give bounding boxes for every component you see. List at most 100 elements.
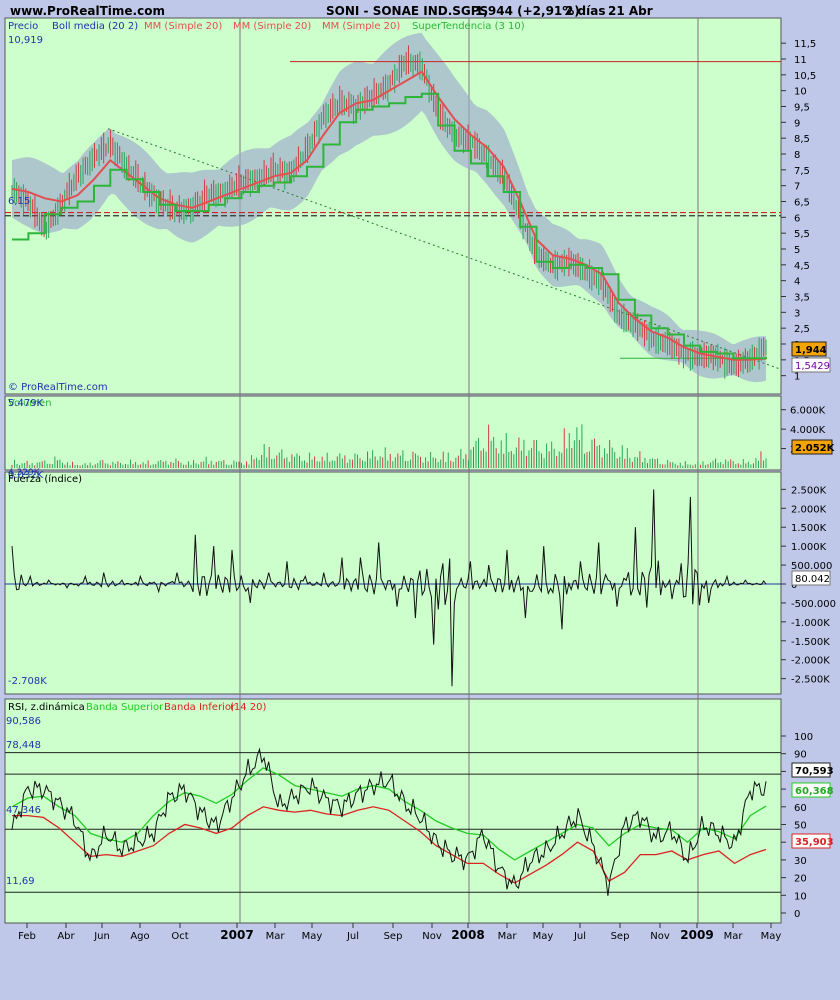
x-axis: Feb Abr Jun Ago Oct 2007 Mar May Jul Sep Nov 2008 Ma… <box>18 923 781 942</box>
price-legend: Precio Boll media (20 2) MM (Simple 20) … <box>8 21 525 32</box>
force-top-label: 4.329K <box>8 468 41 478</box>
x-tick-label: Mar <box>266 931 286 942</box>
rsi-tick-label: 60 <box>794 803 807 814</box>
x-tick-label: Nov <box>422 931 442 942</box>
legend-mm-2: MM (Simple 20) <box>233 21 311 32</box>
rsi-title-sup: Banda Superior <box>86 702 164 713</box>
x-tick-label: 2009 <box>680 928 713 942</box>
force-tick-label: 1.500K <box>791 523 827 534</box>
rsi-tick-label: 90 <box>794 750 807 761</box>
price-tick-label: 10 <box>794 87 807 98</box>
x-tick-label: May <box>302 931 323 942</box>
band-sup-value: 60,368 <box>795 786 834 797</box>
volume-panel[interactable] <box>4 395 782 471</box>
rsi-tick-label: 30 <box>794 856 807 867</box>
rsi-level-2: 78,448 <box>6 740 41 751</box>
price-tick-label: 5,5 <box>794 229 810 240</box>
volume-tick-label: 4.000K <box>790 425 826 436</box>
price-tick-label: 4,5 <box>794 261 810 272</box>
chart-canvas: www.ProRealTime.com SONI - SONAE IND.SGP… <box>4 4 836 942</box>
price-tick-label: 9,5 <box>794 103 810 114</box>
rsi-level-3: 47,346 <box>6 805 41 816</box>
force-tick-label: -2.500K <box>791 675 830 686</box>
price-tick-label: 6 <box>794 213 800 224</box>
force-tick-label: -500.000 <box>791 599 836 610</box>
x-tick-label: Mar <box>724 931 744 942</box>
force-tick-label: 2.500K <box>791 485 827 496</box>
rsi-level-1: 90,586 <box>6 716 41 727</box>
rsi-title-params: (14 20) <box>230 702 267 713</box>
price-tick-label: 3 <box>794 308 800 319</box>
x-tick-label: Sep <box>611 931 630 942</box>
rsi-tick-label: 20 <box>794 874 807 885</box>
price-tick-label: 11 <box>794 55 807 66</box>
x-tick-label: Jun <box>93 931 110 942</box>
price-tick-label: 8 <box>794 150 800 161</box>
rsi-axis: 1009080706050403020100 <box>781 732 813 920</box>
volume-tick-label: 6.000K <box>790 406 826 417</box>
price-tick-label: 11,5 <box>794 39 816 50</box>
price-tick-label: 3,5 <box>794 293 810 304</box>
force-last-value: 80.042 <box>795 574 830 585</box>
price-high-label: 10,919 <box>8 35 43 46</box>
x-tick-label: Ago <box>130 931 149 942</box>
price-tick-label: 5 <box>794 245 800 256</box>
legend-mm-3: MM (Simple 20) <box>322 21 400 32</box>
price-tick-label: 9 <box>794 118 800 129</box>
rsi-title-inf: Banda Inferior <box>164 702 236 713</box>
price-tick-label: 2,5 <box>794 324 810 335</box>
rsi-level-4: 11,69 <box>6 876 35 887</box>
force-tick-label: -1.000K <box>791 618 830 629</box>
watermark: © ProRealTime.com <box>8 382 108 393</box>
ticker-title: SONI - SONAE IND.SGPS <box>326 4 488 18</box>
rsi-tick-label: 0 <box>794 909 800 920</box>
price-ref-label: 6,15 <box>8 196 30 207</box>
rsi-title: RSI, z.dinámica <box>8 701 85 713</box>
legend-mm-1: MM (Simple 20) <box>144 21 222 32</box>
period-label: 2 días <box>565 4 605 18</box>
x-tick-label: Jul <box>573 931 586 942</box>
x-tick-label: Mar <box>498 931 518 942</box>
x-tick-label: Nov <box>650 931 670 942</box>
x-tick-label: May <box>761 931 782 942</box>
x-tick-label: Oct <box>171 931 188 942</box>
force-tick-label: -1.500K <box>791 637 830 648</box>
rsi-tick-label: 10 <box>794 891 807 902</box>
force-tick-label: 1.000K <box>791 542 827 553</box>
price-tick-label: 7,5 <box>794 166 810 177</box>
price-tick-label: 8,5 <box>794 134 810 145</box>
boll-value: 1,5429 <box>795 361 830 372</box>
volume-high-label: 5.479K <box>8 398 44 409</box>
force-tick-label: 2.000K <box>791 504 827 515</box>
price-axis: 11,5 11 10,5 10 9,5 9 8,5 8 7,5 7 6,5 6 5,5 5 4,5 4 3,5 3… <box>781 39 816 383</box>
site-url[interactable]: www.ProRealTime.com <box>10 4 165 18</box>
force-panel[interactable] <box>4 471 782 695</box>
price-tick-label: 1 <box>794 372 800 383</box>
rsi-tick-label: 100 <box>794 732 813 743</box>
x-tick-label: Jul <box>346 931 359 942</box>
last-price-value: 1,944 <box>795 345 827 356</box>
price-tick-label: 6,5 <box>794 198 810 209</box>
legend-boll: Boll media (20 2) <box>52 21 138 32</box>
x-tick-label: 2008 <box>451 928 484 942</box>
force-tick-label: 500.000 <box>791 561 832 572</box>
band-inf-value: 35,903 <box>795 837 834 848</box>
price-tick-label: 4 <box>794 277 800 288</box>
chart-window: www.ProRealTime.com SONI - SONAE IND.SGP… <box>0 0 840 1000</box>
legend-price: Precio <box>8 21 38 32</box>
rsi-tag-value: 70,593 <box>795 766 834 777</box>
date-label: 21 Abr <box>608 4 653 18</box>
rsi-panel[interactable] <box>4 698 782 924</box>
legend-supertrend: SuperTendencia (3 10) <box>412 21 525 32</box>
x-tick-label: May <box>533 931 554 942</box>
price-tick-label: 10,5 <box>794 71 816 82</box>
force-low-label: -2.708K <box>8 676 47 687</box>
rsi-tick-label: 50 <box>794 821 807 832</box>
last-volume-value: 2.052K <box>795 443 836 454</box>
x-tick-label: Abr <box>57 931 75 942</box>
x-tick-label: 2007 <box>220 928 253 942</box>
force-tick-label: -2.000K <box>791 656 830 667</box>
x-tick-label: Feb <box>18 931 36 942</box>
x-tick-label: Sep <box>384 931 403 942</box>
price-tick-label: 7 <box>794 182 800 193</box>
